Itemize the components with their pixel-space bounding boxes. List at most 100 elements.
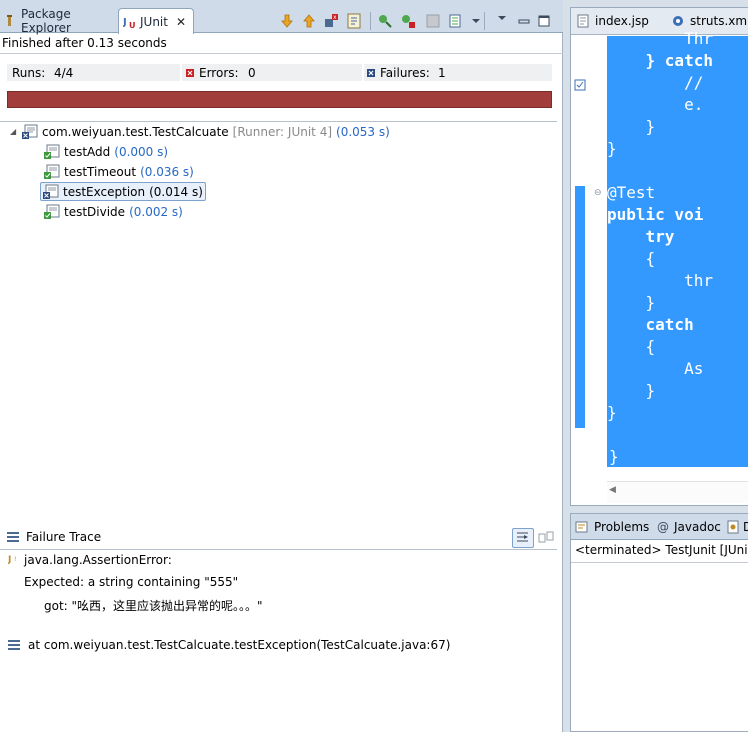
bottom-tab-bar: Problems @ Javadoc D <box>571 514 748 540</box>
tab-package-explorer[interactable]: Package Explorer <box>4 7 116 35</box>
code-editor: index.jsp struts.xml ⊖ Thr } catch // e.… <box>570 7 748 506</box>
view-menu-icon[interactable] <box>494 11 510 27</box>
junit-view: Package Explorer JU JUnit ✕ x Finished a… <box>0 0 563 732</box>
code-line: { <box>607 249 656 268</box>
svg-text:J: J <box>8 555 11 565</box>
code-line: // <box>607 73 704 92</box>
trace-got[interactable]: got: "吆西，这里应该抛出异常的呢。。。" <box>44 597 263 614</box>
rerun-test-icon[interactable] <box>377 13 393 29</box>
tree-root-row[interactable]: ◢ com.weiyuan.test.TestCalcuate [Runner:… <box>10 122 390 141</box>
stack-frame-icon <box>8 640 20 650</box>
tree-test-row[interactable]: testTimeout (0.036 s) <box>44 162 194 181</box>
test-name: testAdd <box>64 144 111 159</box>
tree-test-row[interactable]: testAdd (0.000 s) <box>44 142 168 161</box>
editor-tab-label: struts.xml <box>690 14 748 28</box>
gear-icon <box>673 16 683 26</box>
error-icon <box>186 69 194 77</box>
show-failures-only-icon[interactable]: x <box>324 13 340 29</box>
trace-expected[interactable]: Expected: a string containing "555" <box>24 575 238 589</box>
rerun-failures-first-icon[interactable] <box>400 13 416 29</box>
test-suite-failed-icon <box>22 124 38 140</box>
suite-runner: [Runner: JUnit 4] <box>232 124 333 139</box>
selection-ruler <box>575 186 585 428</box>
history-dropdown-icon[interactable] <box>468 13 484 29</box>
console-divider <box>571 562 748 563</box>
trace-frame-text: at com.weiyuan.test.TestCalcuate.testExc… <box>28 638 451 652</box>
suite-name: com.weiyuan.test.TestCalcuate <box>42 124 229 139</box>
minimize-icon[interactable] <box>516 13 532 29</box>
failure-icon <box>367 69 375 77</box>
code-line: } <box>607 381 656 400</box>
toolbar-separator <box>484 12 485 30</box>
code-line: } <box>607 403 617 422</box>
tab-junit[interactable]: JU JUnit ✕ <box>118 8 194 34</box>
trace-line[interactable]: J! java.lang.AssertionError: <box>8 553 172 567</box>
editor-tab-label: index.jsp <box>595 14 649 28</box>
failures-label-wrap: Failures: <box>367 66 430 80</box>
editor-tab-index-jsp[interactable]: index.jsp <box>577 14 649 28</box>
toolbar-separator <box>370 12 371 30</box>
test-passed-icon <box>44 144 60 160</box>
svg-text:x: x <box>333 14 337 21</box>
code-line: As <box>607 359 704 378</box>
console-status: <terminated> TestJunit [JUnit] <box>575 543 748 557</box>
package-explorer-icon <box>4 14 16 28</box>
code-line: try <box>607 227 675 246</box>
task-marker-icon[interactable] <box>574 79 586 94</box>
next-failure-icon[interactable] <box>279 13 295 29</box>
svg-text:J: J <box>123 17 127 28</box>
tab-problems[interactable]: Problems <box>575 520 649 534</box>
stop-test-run-icon[interactable] <box>425 13 441 29</box>
view-tab-bar: Package Explorer JU JUnit ✕ x <box>0 0 563 35</box>
close-icon[interactable]: ✕ <box>176 15 186 29</box>
fold-collapse-icon[interactable]: ⊖ <box>594 188 602 198</box>
test-time: (0.002 s) <box>129 204 183 219</box>
code-line: } <box>607 447 621 466</box>
compare-result-icon[interactable] <box>538 530 554 549</box>
errors-value: 0 <box>248 66 256 80</box>
tab-label: Problems <box>594 520 650 534</box>
filter-stack-icon <box>517 532 528 542</box>
test-passed-icon <box>44 164 60 180</box>
tab-declaration[interactable]: D <box>727 520 748 534</box>
failure-trace-header: Failure Trace <box>0 526 557 550</box>
bottom-panel: Problems @ Javadoc D <terminated> TestJu… <box>570 513 748 732</box>
test-time: (0.014 s) <box>149 184 203 199</box>
run-status-text: Finished after 0.13 seconds <box>2 36 167 50</box>
test-progress-bar <box>7 91 552 108</box>
failure-trace-title: Failure Trace <box>26 530 102 544</box>
maximize-icon[interactable] <box>536 13 552 29</box>
collapse-arrow-icon[interactable]: ◢ <box>10 127 22 136</box>
run-counters: Runs: 4/4 Errors: 0 Failures: 1 <box>0 53 563 83</box>
test-name: testException <box>63 184 146 199</box>
scroll-left-icon[interactable]: ◀ <box>609 485 616 495</box>
runs-value: 4/4 <box>54 66 74 80</box>
scroll-lock-icon[interactable] <box>347 13 363 29</box>
javadoc-icon: @ <box>657 520 669 534</box>
stack-trace-icon <box>7 532 19 542</box>
code-line: e. <box>607 95 704 114</box>
code-line: thr <box>607 271 713 290</box>
editor-tab-struts-xml[interactable]: struts.xml <box>671 14 748 28</box>
code-line: catch <box>607 315 694 334</box>
tab-javadoc[interactable]: @ Javadoc <box>657 520 721 534</box>
tree-test-row-selected[interactable]: testException (0.014 s) <box>40 182 206 201</box>
code-line: } <box>607 139 617 158</box>
tab-label: D <box>743 520 748 534</box>
code-line: { <box>607 337 656 356</box>
declaration-icon <box>727 520 739 534</box>
editor-body[interactable]: ⊖ Thr } catch // e. }} @Test public voi tr… <box>571 29 748 480</box>
tab-junit-label: JUnit <box>140 14 168 29</box>
tree-test-row[interactable]: testDivide (0.002 s) <box>44 202 183 221</box>
filter-stack-trace-button[interactable] <box>512 528 534 548</box>
previous-failure-icon[interactable] <box>301 13 317 29</box>
failures-label: Failures: <box>380 66 430 80</box>
svg-text:!: ! <box>14 556 16 563</box>
code-line: } <box>607 117 656 136</box>
jsp-file-icon <box>577 14 589 28</box>
errors-label-wrap: Errors: <box>186 66 239 80</box>
trace-stack-frame[interactable]: at com.weiyuan.test.TestCalcuate.testExc… <box>8 638 450 652</box>
tab-package-explorer-label: Package Explorer <box>21 7 71 35</box>
horizontal-scrollbar[interactable]: ◀ <box>607 481 748 503</box>
test-run-history-icon[interactable] <box>448 13 464 29</box>
